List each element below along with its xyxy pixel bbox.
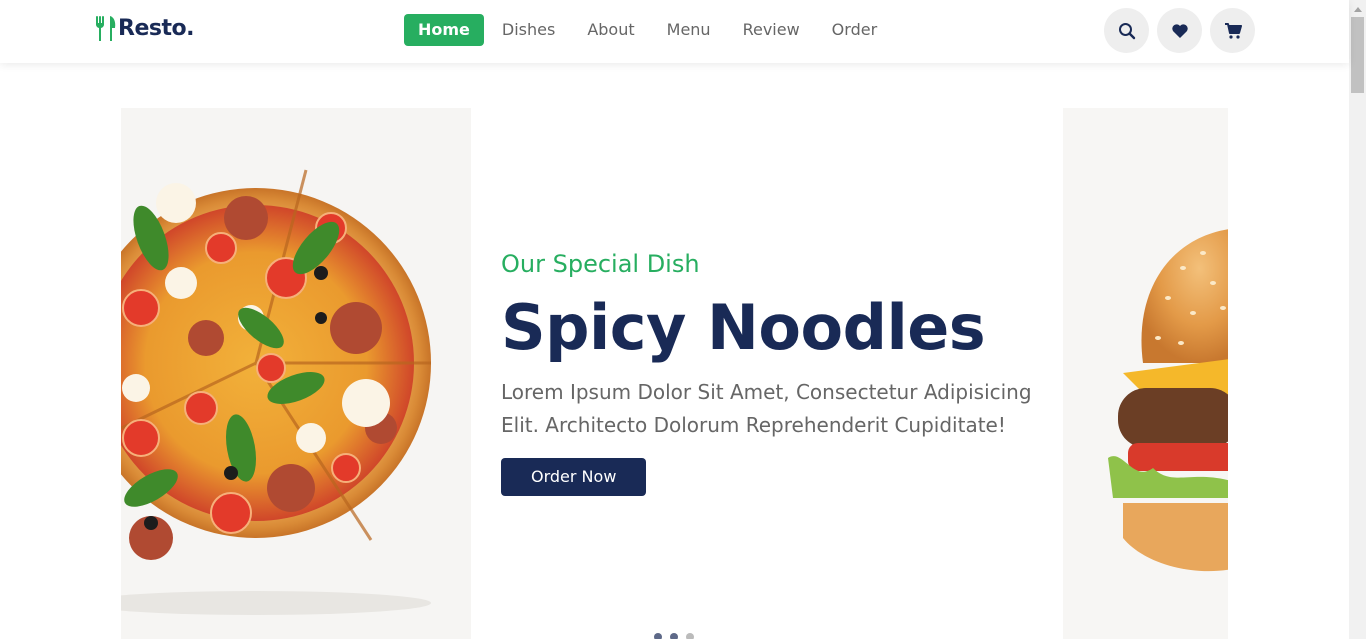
cart-button[interactable] [1210, 8, 1255, 53]
cart-icon [1224, 22, 1242, 39]
pizza-image [121, 108, 471, 639]
main-nav: Home Dishes About Menu Review Order [404, 14, 895, 46]
nav-dishes[interactable]: Dishes [488, 14, 569, 46]
hero-title: Spicy Noodles [501, 291, 986, 364]
logo-text: Resto. [118, 15, 194, 41]
hero-subtitle: Our Special Dish [501, 250, 700, 278]
nav-home[interactable]: Home [404, 14, 484, 46]
scrollbar-thumb[interactable] [1351, 17, 1364, 93]
heart-icon [1171, 23, 1188, 38]
favorites-button[interactable] [1157, 8, 1202, 53]
order-now-button[interactable]: Order Now [501, 458, 647, 496]
utensils-icon [96, 16, 116, 41]
search-button[interactable] [1104, 8, 1149, 53]
slider-pagination [654, 633, 702, 639]
nav-about[interactable]: About [573, 14, 648, 46]
burger-illustration [1108, 229, 1228, 572]
hero-content: Our Special Dish Spicy Noodles Lorem Ips… [501, 250, 1061, 496]
slider-dot[interactable] [654, 633, 662, 639]
nav-menu[interactable]: Menu [653, 14, 725, 46]
header-icons [1104, 8, 1263, 53]
page-scrollbar[interactable] [1349, 0, 1366, 639]
site-header: Resto. Home Dishes About Menu Review Ord… [0, 0, 1349, 63]
slider-dot-active[interactable] [670, 633, 678, 639]
logo[interactable]: Resto. [94, 14, 194, 42]
nav-order[interactable]: Order [818, 14, 891, 46]
hero-description: Lorem Ipsum Dolor Sit Amet, Consectetur … [501, 380, 1032, 437]
nav-review[interactable]: Review [729, 14, 814, 46]
scroll-up-arrow-icon[interactable] [1349, 0, 1366, 17]
pizza-illustration [121, 169, 431, 615]
search-icon [1118, 22, 1135, 39]
burger-image [1063, 108, 1228, 639]
slider-dot[interactable] [686, 633, 694, 639]
